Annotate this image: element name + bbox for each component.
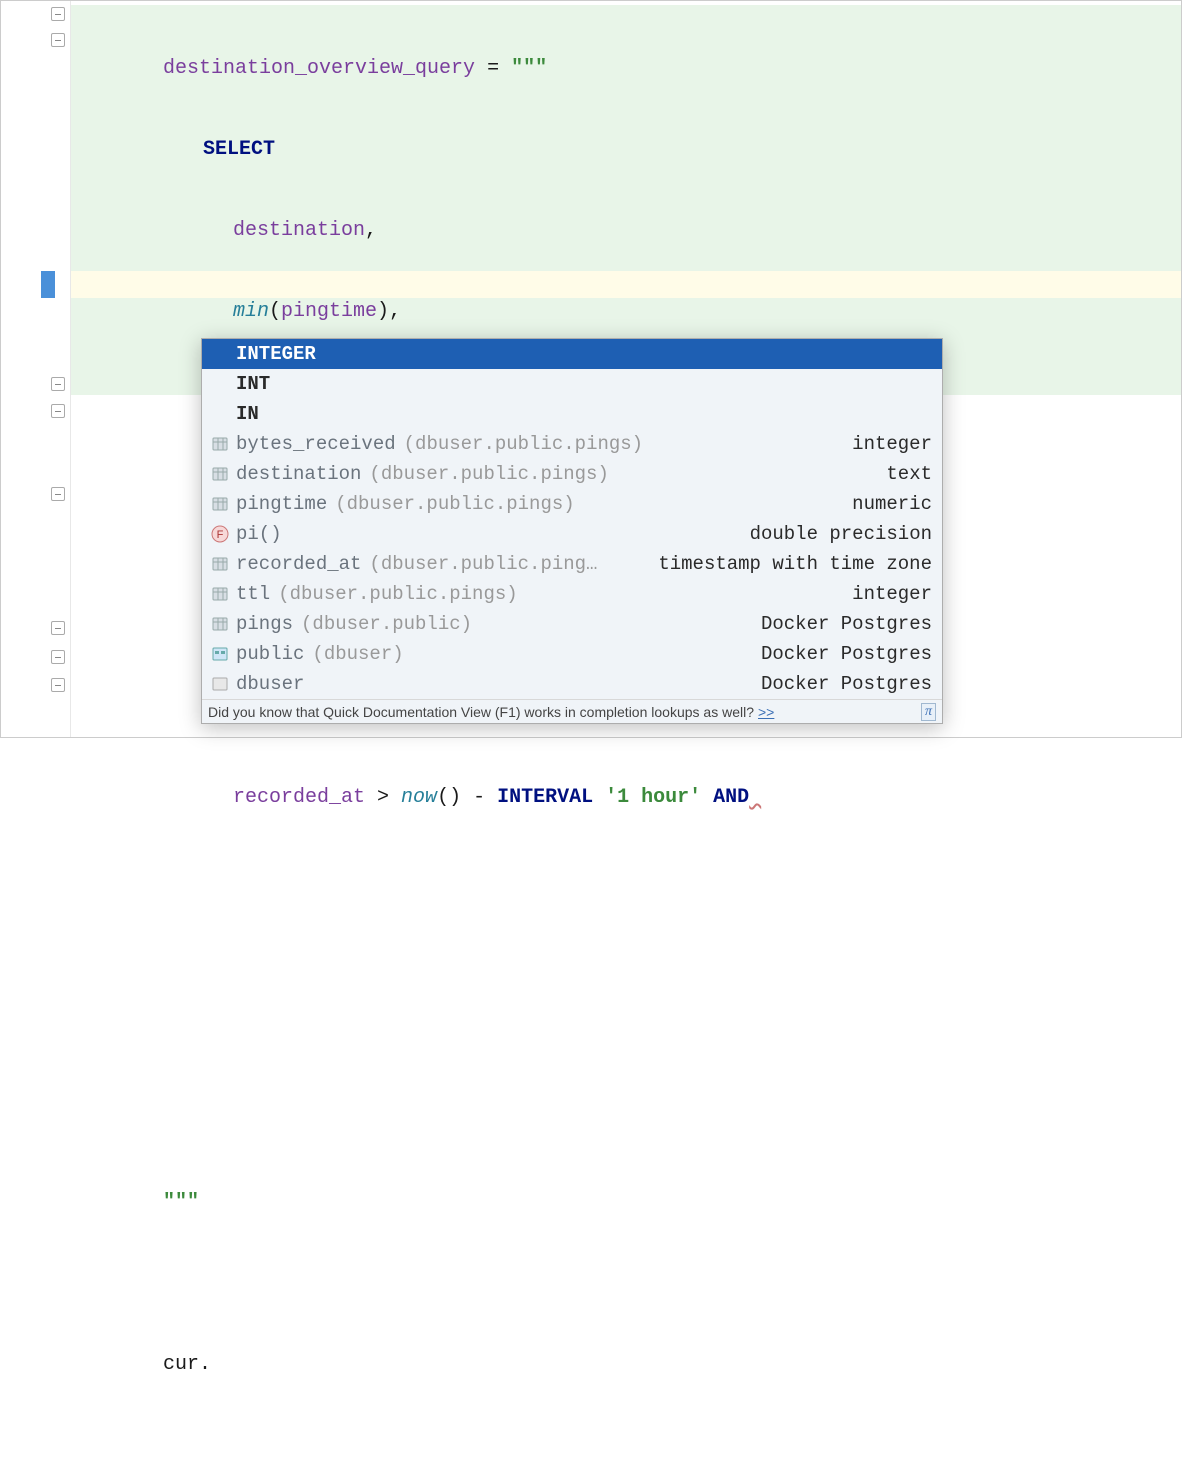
completion-type: integer	[840, 433, 932, 455]
schema-icon	[210, 644, 230, 664]
completion-type: Docker Postgres	[749, 673, 932, 695]
completion-name: INTEGER	[236, 343, 316, 365]
code-area[interactable]: destination_overview_query = """ SELECT …	[71, 1, 1181, 1476]
column-icon	[210, 464, 230, 484]
fold-marker-icon[interactable]	[51, 7, 65, 21]
completion-item[interactable]: IN	[202, 399, 942, 429]
fold-marker-icon[interactable]	[51, 404, 65, 418]
completion-item[interactable]: ttl (dbuser.public.pings) integer	[202, 579, 942, 609]
completion-type: Docker Postgres	[749, 643, 932, 665]
gutter-selection	[41, 271, 55, 298]
completion-item[interactable]: destination (dbuser.public.pings) text	[202, 459, 942, 489]
fold-marker-icon[interactable]	[51, 377, 65, 391]
completion-name: destination	[236, 463, 361, 485]
gutter	[1, 1, 71, 737]
completion-context: (dbuser.public.pings)	[404, 433, 643, 455]
completion-context: (dbuser.public)	[301, 613, 472, 635]
completion-context: (dbuser.public.pings)	[369, 463, 608, 485]
completion-name: public	[236, 643, 304, 665]
completion-type: integer	[840, 583, 932, 605]
code-line[interactable]	[71, 1270, 1181, 1297]
completion-name: pingtime	[236, 493, 327, 515]
completion-item[interactable]: public (dbuser) Docker Postgres	[202, 639, 942, 669]
completion-item[interactable]: INT	[202, 369, 942, 399]
completion-name: pings	[236, 613, 293, 635]
completion-item[interactable]: pingtime (dbuser.public.pings) numeric	[202, 489, 942, 519]
completion-type: Docker Postgres	[749, 613, 932, 635]
completion-context: (dbuser.public.pings)	[335, 493, 574, 515]
column-icon	[210, 584, 230, 604]
completion-type: timestamp with time zone	[646, 553, 932, 575]
code-line[interactable]: """	[71, 1189, 1181, 1216]
completion-item[interactable]: INTEGER	[202, 339, 942, 369]
completion-hint: Did you know that Quick Documentation Vi…	[202, 699, 942, 723]
code-line[interactable]: cur.	[71, 1351, 1181, 1378]
completion-name: INT	[236, 373, 270, 395]
completion-name: bytes_received	[236, 433, 396, 455]
completion-type: text	[874, 463, 932, 485]
keyword-icon	[210, 344, 230, 364]
code-line[interactable]	[71, 865, 1181, 892]
hint-link[interactable]: >>	[758, 704, 774, 720]
completion-name: ttl	[236, 583, 270, 605]
completion-name: recorded_at	[236, 553, 361, 575]
keyword-icon	[210, 404, 230, 424]
column-icon	[210, 494, 230, 514]
code-line[interactable]: min(pingtime),	[71, 298, 1181, 325]
completion-popup[interactable]: INTEGER INT IN bytes_received (dbuser.public…	[201, 338, 943, 724]
completion-type: numeric	[840, 493, 932, 515]
completion-item[interactable]: Fpi() double precision	[202, 519, 942, 549]
completion-item[interactable]: recorded_at (dbuser.public.ping… timestamp…	[202, 549, 942, 579]
column-icon	[210, 434, 230, 454]
fold-marker-icon[interactable]	[51, 678, 65, 692]
fold-marker-icon[interactable]	[51, 33, 65, 47]
code-line[interactable]: destination,	[71, 217, 1181, 244]
completion-name: pi()	[236, 523, 282, 545]
completion-item[interactable]: dbuser Docker Postgres	[202, 669, 942, 699]
editor-frame: destination_overview_query = """ SELECT …	[0, 0, 1182, 738]
svg-text:F: F	[217, 529, 224, 541]
completion-name: dbuser	[236, 673, 304, 695]
code-line[interactable]	[71, 946, 1181, 973]
completion-type: double precision	[738, 523, 932, 545]
code-line[interactable]	[71, 1027, 1181, 1054]
code-line[interactable]: recorded_at > now() - INTERVAL '1 hour' …	[71, 784, 1181, 811]
pi-icon[interactable]: π	[921, 703, 936, 721]
column-icon	[210, 614, 230, 634]
code-line[interactable]: destination_overview_query = """	[71, 55, 1181, 82]
completion-context: (dbuser.public.ping…	[369, 553, 597, 575]
completion-name: IN	[236, 403, 259, 425]
fold-marker-icon[interactable]	[51, 621, 65, 635]
completion-item[interactable]: pings (dbuser.public) Docker Postgres	[202, 609, 942, 639]
keyword-icon	[210, 374, 230, 394]
column-icon	[210, 554, 230, 574]
fold-marker-icon[interactable]	[51, 487, 65, 501]
fold-marker-icon[interactable]	[51, 650, 65, 664]
completion-context: (dbuser.public.pings)	[278, 583, 517, 605]
type-icon	[210, 674, 230, 694]
code-line[interactable]	[71, 1432, 1181, 1459]
code-line[interactable]: SELECT	[71, 136, 1181, 163]
function-icon: F	[210, 524, 230, 544]
completion-item[interactable]: bytes_received (dbuser.public.pings) integ…	[202, 429, 942, 459]
completion-context: (dbuser)	[312, 643, 403, 665]
code-line[interactable]	[71, 1108, 1181, 1135]
hint-text: Did you know that Quick Documentation Vi…	[208, 704, 754, 720]
